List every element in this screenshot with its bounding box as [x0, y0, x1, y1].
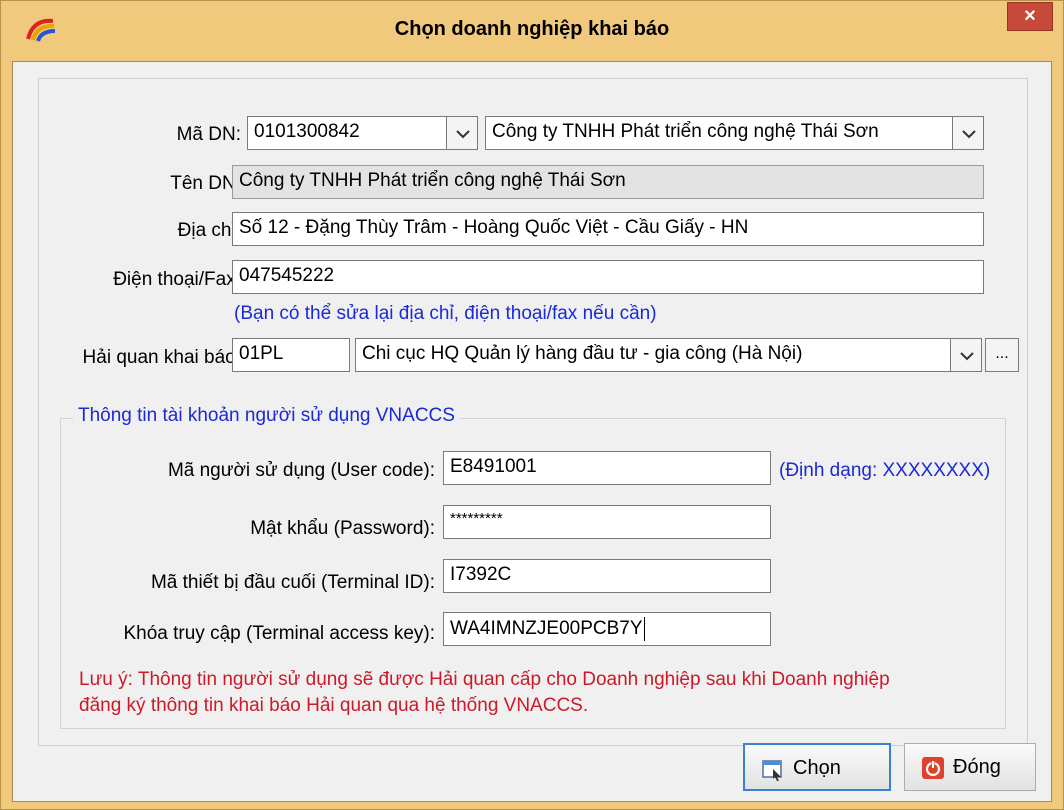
vnaccs-group: Thông tin tài khoản người sử dụng VNACCS…: [60, 405, 1006, 729]
terminal-id-input[interactable]: I7392C: [443, 559, 771, 593]
ma-dn-label: Mã DN:: [176, 124, 241, 145]
power-icon: [922, 757, 944, 779]
close-button-label: Đóng: [953, 756, 1001, 778]
dien-thoai-input[interactable]: 047545222: [232, 260, 984, 294]
vnaccs-note: Lưu ý: Thông tin người sử dụng sẽ được H…: [79, 667, 890, 719]
choose-button-label: Chọn: [793, 757, 841, 779]
hai-quan-browse-button[interactable]: ...: [985, 338, 1019, 372]
dien-thoai-label: Điện thoại/Fax:: [113, 269, 241, 290]
hai-quan-label: Hải quan khai báo:: [82, 347, 241, 368]
chevron-down-icon: [962, 130, 976, 139]
title-bar[interactable]: Chọn doanh nghiệp khai báo ×: [1, 1, 1063, 61]
chevron-down-icon: [456, 130, 470, 139]
dialog-window: Chọn doanh nghiệp khai báo × Mã DN: 0101…: [0, 0, 1064, 810]
vnaccs-group-title: Thông tin tài khoản người sử dụng VNACCS: [73, 405, 460, 427]
text-caret: [643, 617, 645, 641]
hai-quan-name-select[interactable]: Chi cục HQ Quản lý hàng đầu tư - gia côn…: [355, 338, 951, 372]
dialog-body: Mã DN: 0101300842 Công ty TNHH Phát triể…: [12, 61, 1052, 802]
password-input[interactable]: *********: [443, 505, 771, 539]
ten-dn-label: Tên DN:: [170, 173, 241, 194]
terminal-id-label: Mã thiết bị đầu cuối (Terminal ID):: [150, 572, 435, 593]
main-panel: Mã DN: 0101300842 Công ty TNHH Phát triể…: [38, 78, 1028, 746]
ma-dn-input[interactable]: 0101300842: [247, 116, 447, 150]
access-key-value: WA4IMNZJE00PCB7Y: [450, 618, 643, 640]
company-dropdown-button[interactable]: [952, 116, 984, 150]
user-code-format-hint: (Định dạng: XXXXXXXX): [779, 460, 991, 481]
edit-hint: (Bạn có thể sửa lại địa chỉ, điện thoại/…: [234, 303, 657, 324]
ma-dn-dropdown-button[interactable]: [446, 116, 478, 150]
close-button[interactable]: Đóng: [904, 743, 1036, 791]
choose-button[interactable]: Chọn: [743, 743, 891, 791]
hai-quan-dropdown-button[interactable]: [950, 338, 982, 372]
browse-label: ...: [995, 345, 1009, 362]
chevron-down-icon: [960, 352, 974, 361]
close-icon: ×: [1024, 5, 1036, 27]
choose-window-icon: [762, 760, 782, 781]
vnaccs-note-line-2: đăng ký thông tin khai báo Hải quan qua …: [79, 695, 589, 716]
password-label: Mật khẩu (Password):: [250, 518, 435, 539]
dia-chi-input[interactable]: Số 12 - Đặng Thùy Trâm - Hoàng Quốc Việt…: [232, 212, 984, 246]
window-title: Chọn doanh nghiệp khai báo: [394, 18, 670, 40]
ten-dn-field: Công ty TNHH Phát triển công nghệ Thái S…: [232, 165, 984, 199]
company-select[interactable]: Công ty TNHH Phát triển công nghệ Thái S…: [485, 116, 953, 150]
user-code-input[interactable]: E8491001: [443, 451, 771, 485]
vnaccs-note-line-1: Lưu ý: Thông tin người sử dụng sẽ được H…: [79, 669, 890, 690]
access-key-input[interactable]: WA4IMNZJE00PCB7Y: [443, 612, 771, 646]
access-key-label: Khóa truy cập (Terminal access key):: [123, 623, 435, 644]
hai-quan-code-input[interactable]: 01PL: [232, 338, 350, 372]
close-window-button[interactable]: ×: [1007, 2, 1053, 31]
user-code-label: Mã người sử dụng (User code):: [167, 460, 435, 481]
